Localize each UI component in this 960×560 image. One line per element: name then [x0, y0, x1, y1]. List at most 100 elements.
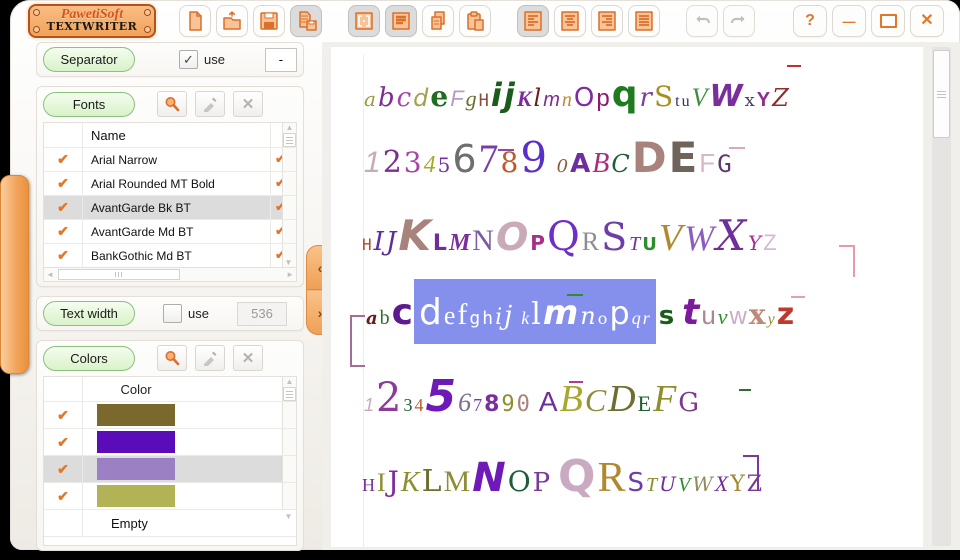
slideout-tab-handle[interactable] [0, 175, 29, 374]
font-check-cell[interactable]: ✔ [44, 220, 83, 243]
extent-marker [743, 455, 759, 491]
document-page[interactable]: abcdeFgHijKlmnOpqrStuVWxYZ123456789 0ABC… [330, 46, 924, 548]
fonts-vscroll-track[interactable] [282, 196, 296, 219]
new-document-button[interactable] [179, 5, 211, 37]
font-check-cell[interactable]: ✔ [44, 244, 83, 267]
color-check-cell[interactable]: ✔ [44, 402, 83, 428]
colors-search-button[interactable] [157, 345, 187, 371]
help-button[interactable]: ? [793, 5, 827, 37]
open-file-icon [220, 9, 244, 33]
ransom-letter: t [681, 295, 700, 331]
separator-button[interactable]: Separator [43, 47, 135, 72]
color-row[interactable]: ✔ [44, 455, 296, 482]
colors-vscroll-track[interactable] [282, 402, 296, 428]
color-empty-row[interactable]: Empty [44, 509, 296, 536]
colors-vscroll-thumb[interactable] [283, 387, 296, 401]
color-row[interactable]: ✔ [44, 428, 296, 455]
fonts-vscroll-track[interactable] [282, 172, 296, 195]
colors-rows: ✔✔✔✔ [44, 401, 296, 509]
color-row[interactable]: ✔ [44, 401, 296, 428]
fonts-hscroll-thumb[interactable] [58, 269, 180, 280]
checkmark-icon: ✔ [57, 151, 69, 168]
ransom-letter: h [481, 310, 494, 328]
scroll-down-icon[interactable]: ▼ [282, 512, 295, 521]
new-document-icon [183, 9, 207, 33]
line-layout-button[interactable] [385, 5, 417, 37]
font-row[interactable]: ✔AvantGarde Md BT✔ [44, 219, 296, 243]
canvas-scrollbar[interactable] [932, 47, 951, 546]
fonts-vscroll[interactable]: ▲ [282, 123, 296, 147]
ransom-letter: F [652, 380, 677, 418]
open-file-button[interactable] [216, 5, 248, 37]
rivet-icon [33, 9, 40, 16]
ransom-letter: n [579, 304, 596, 328]
ransom-letter: c [396, 85, 413, 111]
fonts-hscroll[interactable]: ◄ ► [44, 267, 296, 281]
separator-use-checkbox[interactable]: ✓ [179, 50, 198, 69]
colors-button[interactable]: Colors [43, 346, 135, 371]
extent-marker [739, 389, 751, 391]
next-column-sliver: ✔ [270, 172, 282, 195]
minimize-button[interactable]: — [832, 5, 866, 37]
scroll-up-icon[interactable]: ▲ [286, 123, 294, 132]
minimize-icon: — [843, 15, 856, 28]
color-check-cell[interactable]: ✔ [44, 456, 83, 482]
fonts-list-header[interactable]: Name ▲ [44, 123, 296, 147]
ransom-letter: l [530, 300, 542, 330]
colors-vscroll[interactable]: ▲ [282, 377, 296, 401]
fonts-search-button[interactable] [157, 91, 187, 117]
font-row[interactable]: ✔Arial Narrow✔ [44, 147, 296, 171]
align-right-button[interactable] [591, 5, 623, 37]
ransom-letter: n [561, 90, 573, 110]
colors-vscroll-track[interactable] [282, 483, 296, 509]
color-row[interactable]: ✔ [44, 482, 296, 509]
maximize-button[interactable] [871, 5, 905, 37]
separator-value-input[interactable] [265, 48, 297, 72]
save-file-button[interactable] [253, 5, 285, 37]
text-selection[interactable]: defghij klmnopqr [414, 279, 658, 344]
font-check-cell[interactable]: ✔ [44, 172, 83, 195]
checkmark-icon: ✔ [57, 199, 69, 216]
colors-vscroll-track[interactable] [282, 456, 296, 482]
fonts-vscroll-track[interactable] [282, 220, 296, 243]
checkmark-icon: ✔ [57, 175, 69, 192]
paste-button[interactable] [459, 5, 491, 37]
question-icon: ? [805, 13, 815, 29]
color-check-cell[interactable] [44, 510, 83, 536]
align-center-button[interactable] [554, 5, 586, 37]
font-check-cell[interactable]: ✔ [44, 196, 83, 219]
color-check-cell[interactable]: ✔ [44, 483, 83, 509]
scroll-up-icon[interactable]: ▲ [286, 377, 294, 386]
font-row[interactable]: ✔AvantGarde Bk BT✔ [44, 195, 296, 219]
scroll-right-icon[interactable]: ► [286, 270, 294, 279]
ransom-letter: 9 [500, 394, 515, 416]
ransom-letter: 8 [483, 394, 500, 416]
checkmark-icon: ✔ [57, 488, 69, 505]
check-column-header [44, 123, 83, 147]
scroll-down-icon[interactable]: ▼ [282, 258, 295, 267]
font-row[interactable]: ✔BankGothic Md BT✔ [44, 243, 296, 267]
close-button[interactable]: ✕ [910, 5, 944, 37]
color-check-cell[interactable]: ✔ [44, 429, 83, 455]
text-width-button[interactable]: Text width [43, 301, 135, 326]
ransom-letter: 7 [472, 396, 483, 414]
scroll-left-icon[interactable]: ◄ [46, 270, 54, 279]
text-width-use-checkbox[interactable]: ✓ [163, 304, 182, 323]
checkmark-icon: ✔ [57, 247, 69, 264]
font-check-cell[interactable]: ✔ [44, 148, 83, 171]
canvas-scrollbar-thumb[interactable] [933, 50, 950, 138]
colors-vscroll-track[interactable] [282, 429, 296, 455]
colors-list-header[interactable]: Color ▲ [44, 377, 296, 401]
select-markers-button[interactable] [348, 5, 380, 37]
fonts-button[interactable]: Fonts [43, 92, 135, 117]
align-left-button[interactable] [517, 5, 549, 37]
save-all-button[interactable] [290, 5, 322, 37]
ransom-letter: 6 [457, 390, 472, 416]
ransom-letter: 4 [423, 153, 437, 177]
align-justify-button[interactable] [628, 5, 660, 37]
ransom-letter: R [596, 457, 626, 499]
fonts-vscroll-thumb[interactable] [283, 133, 296, 147]
copy-button[interactable] [422, 5, 454, 37]
fonts-vscroll-track[interactable] [282, 148, 296, 171]
font-row[interactable]: ✔Arial Rounded MT Bold✔ [44, 171, 296, 195]
